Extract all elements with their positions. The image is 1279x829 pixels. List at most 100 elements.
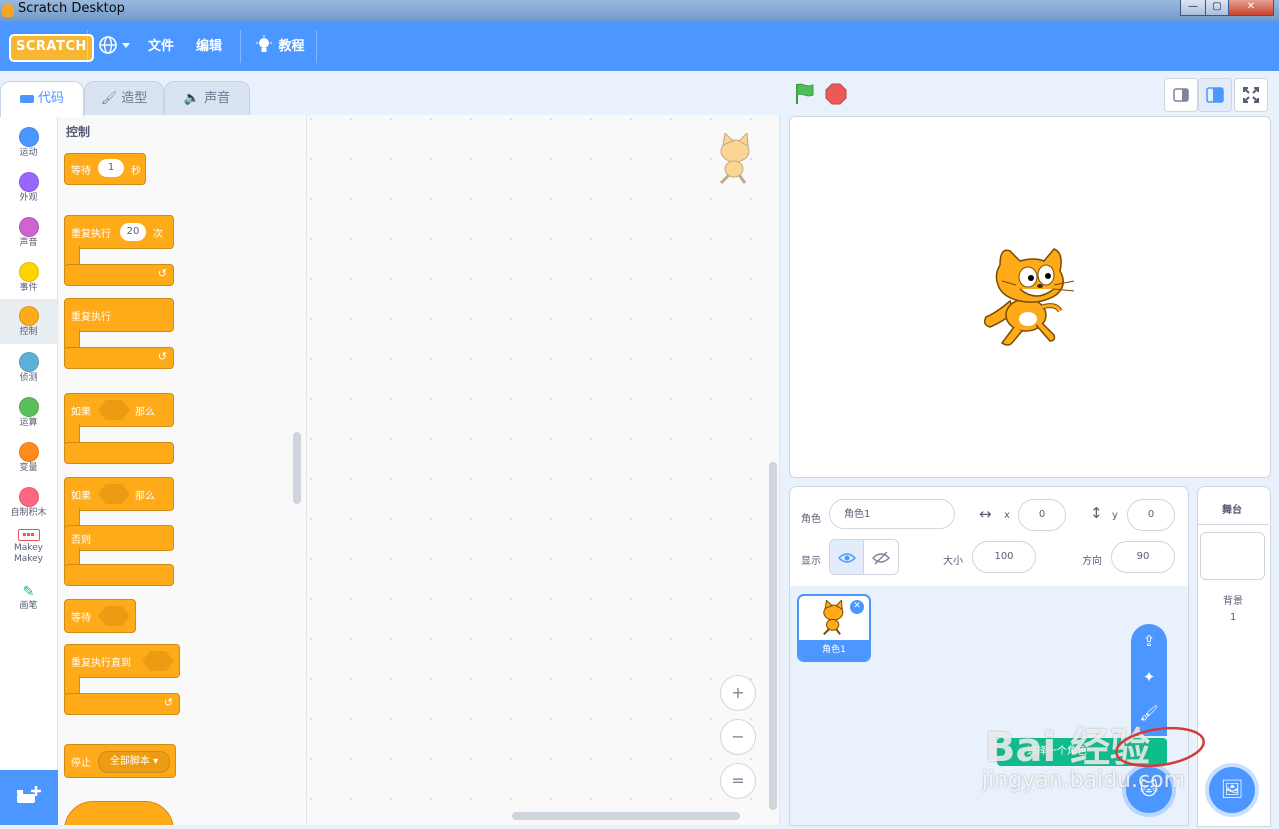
sprite-name-input[interactable]: 角色1	[829, 499, 955, 529]
block-if-else[interactable]: 如果 那么	[64, 477, 174, 511]
choose-backdrop-button[interactable]: 🖼	[1209, 767, 1255, 813]
tab-code[interactable]: 代码	[0, 81, 84, 117]
zoom-out-button[interactable]: −	[720, 719, 756, 755]
green-flag-icon[interactable]	[793, 82, 817, 106]
category-label: 运算	[19, 418, 38, 428]
close-button[interactable]: ✕	[1228, 0, 1274, 16]
scratch-logo[interactable]: SCRATCH	[9, 34, 94, 62]
category-sensing[interactable]: 侦测	[0, 345, 57, 390]
scratch-cat-sprite[interactable]	[980, 245, 1080, 349]
direction-input[interactable]: 90	[1111, 541, 1175, 573]
category-operators[interactable]: 运算	[0, 390, 57, 435]
delete-sprite-button[interactable]: ✕	[849, 599, 865, 615]
lightbulb-icon	[256, 34, 272, 52]
block-text: 如果	[71, 491, 91, 502]
boolean-slot[interactable]	[98, 484, 130, 504]
block-wait-until[interactable]: 等待	[64, 599, 136, 633]
fullscreen-button[interactable]	[1234, 78, 1268, 112]
zoom-reset-button[interactable]: =	[720, 763, 756, 799]
block-input[interactable]: 1	[98, 159, 124, 177]
block-repeat[interactable]: 重复执行 20 次	[64, 215, 174, 249]
divider	[1197, 524, 1269, 525]
block-forever[interactable]: 重复执行	[64, 298, 174, 332]
normal-stage-button[interactable]	[1198, 78, 1232, 112]
fullscreen-icon	[1243, 87, 1259, 103]
boolean-slot[interactable]	[142, 651, 174, 671]
file-menu[interactable]: 文件	[148, 22, 174, 71]
pen-icon: ✎	[22, 584, 35, 600]
sensing-dot	[18, 352, 39, 372]
looks-dot	[18, 172, 39, 192]
minimize-button[interactable]: —	[1180, 0, 1206, 16]
category-menu: 运动 外观 声音 事件 控制 侦测 运算 变量 自制积木 ▪▪▪ Makey M…	[0, 115, 58, 825]
stage[interactable]	[789, 116, 1271, 478]
category-label: 侦测	[19, 373, 38, 383]
size-input[interactable]: 100	[972, 541, 1036, 573]
tutorials-menu[interactable]: 教程	[254, 22, 305, 71]
block-hat-partial[interactable]	[64, 801, 174, 825]
menu-divider	[316, 30, 317, 63]
category-control[interactable]: 控制	[0, 299, 57, 344]
menu-divider	[240, 30, 241, 63]
y-input[interactable]: 0	[1127, 499, 1175, 531]
direction-label: 方向	[1082, 556, 1102, 567]
upload-sprite-button[interactable]: ⇪	[1131, 626, 1167, 656]
show-hidden-button[interactable]	[863, 539, 899, 575]
stage-thumbnail[interactable]	[1200, 532, 1265, 580]
language-menu[interactable]	[98, 22, 132, 71]
block-input[interactable]: 20	[120, 223, 146, 241]
category-pen[interactable]: ✎ 画笔	[0, 581, 57, 626]
category-variables[interactable]: 变量	[0, 435, 57, 480]
makey-makey-icon: ▪▪▪	[17, 529, 40, 541]
variables-dot	[18, 442, 39, 462]
category-sound[interactable]: 声音	[0, 210, 57, 255]
surprise-sprite-button[interactable]: ✦	[1131, 662, 1167, 692]
sound-dot	[18, 217, 39, 237]
edit-menu[interactable]: 编辑	[196, 22, 222, 71]
zoom-reset-icon: =	[731, 771, 745, 790]
block-text: 秒	[131, 166, 141, 177]
maximize-button[interactable]: ▢	[1205, 0, 1229, 16]
block-text: 重复执行	[71, 312, 111, 323]
show-visible-button[interactable]	[829, 539, 865, 575]
category-motion[interactable]: 运动	[0, 120, 57, 165]
script-area-hscrollbar[interactable]	[512, 812, 740, 820]
boolean-slot[interactable]	[98, 606, 130, 626]
category-my-blocks[interactable]: 自制积木	[0, 480, 57, 525]
tab-sounds[interactable]: 🔈 声音	[164, 81, 250, 116]
x-input[interactable]: 0	[1018, 499, 1066, 531]
block-if-end	[64, 442, 174, 464]
block-wait-seconds[interactable]: 等待 1 秒	[64, 153, 146, 185]
image-add-icon: 🖼	[1220, 779, 1244, 800]
script-area-vscrollbar[interactable]	[769, 462, 777, 810]
stop-icon[interactable]	[824, 82, 848, 106]
script-area[interactable]	[307, 115, 780, 825]
boolean-slot[interactable]	[98, 400, 130, 420]
palette-section-title: 控制	[66, 125, 91, 139]
block-stop[interactable]: 停止 全部脚本 ▾	[64, 744, 176, 778]
block-repeat-until[interactable]: 重复执行直到	[64, 644, 180, 678]
my-blocks-dot	[18, 487, 39, 507]
add-extension-button[interactable]	[0, 770, 58, 825]
close-icon: ✕	[853, 601, 861, 611]
block-text: 重复执行	[71, 229, 111, 240]
code-icon	[19, 94, 34, 103]
zoom-in-button[interactable]: +	[720, 675, 756, 711]
small-stage-button[interactable]	[1164, 78, 1198, 112]
tab-costumes[interactable]: 🖌 造型	[84, 81, 164, 116]
category-makey-makey[interactable]: ▪▪▪ Makey Makey	[0, 527, 57, 573]
category-looks[interactable]: 外观	[0, 165, 57, 210]
block-if-then[interactable]: 如果 那么	[64, 393, 174, 427]
tab-costumes-label: 造型	[121, 91, 148, 106]
block-text: 等待	[71, 613, 91, 624]
palette-scrollbar[interactable]	[293, 432, 301, 504]
block-if-arm	[64, 424, 80, 444]
stop-dropdown[interactable]: 全部脚本 ▾	[98, 751, 170, 773]
size-label: 大小	[943, 556, 963, 567]
category-label: 画笔	[19, 601, 38, 611]
brush-icon: 🖌	[100, 91, 118, 106]
category-events[interactable]: 事件	[0, 255, 57, 300]
stage-title: 舞台	[1222, 505, 1242, 516]
zoom-out-icon: −	[731, 727, 745, 746]
control-dot	[18, 306, 39, 326]
